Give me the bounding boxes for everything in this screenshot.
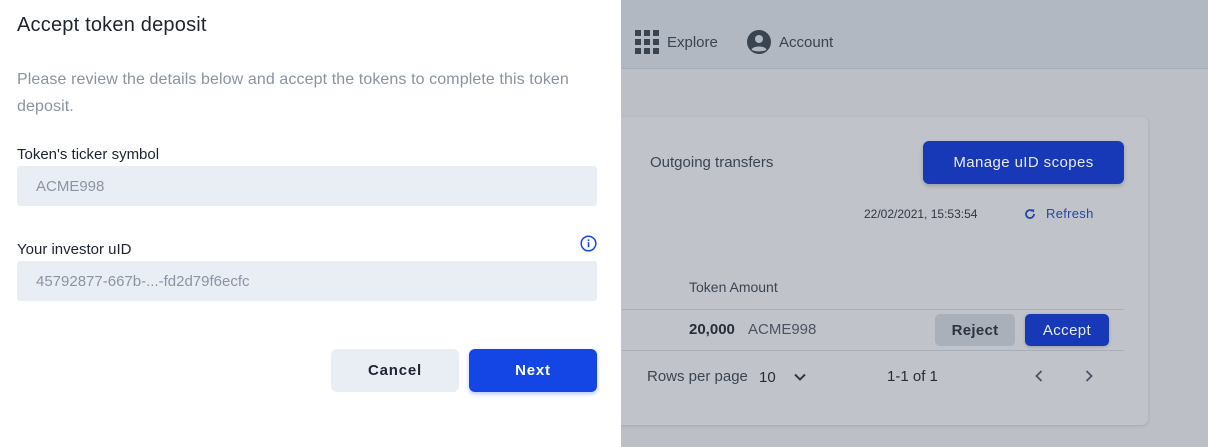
investor-uid-label: Your investor uID bbox=[17, 241, 132, 258]
account-circle-icon bbox=[747, 30, 771, 54]
nav-explore[interactable]: Explore bbox=[635, 28, 718, 56]
row-token-ticker: ACME998 bbox=[748, 321, 817, 338]
nav-explore-label: Explore bbox=[667, 33, 718, 51]
next-button[interactable]: Next bbox=[469, 349, 597, 392]
last-updated-timestamp: 22/02/2021, 15:53:54 bbox=[864, 207, 978, 221]
chevron-right-icon[interactable] bbox=[1082, 368, 1096, 384]
refresh-label: Refresh bbox=[1046, 206, 1094, 221]
investor-uid-field[interactable] bbox=[17, 261, 597, 301]
nav-account-label: Account bbox=[779, 33, 834, 51]
rows-per-page-select[interactable]: 10 bbox=[759, 369, 776, 386]
dialog-description: Please review the details below and acce… bbox=[17, 71, 569, 115]
ticker-symbol-field[interactable] bbox=[17, 166, 597, 206]
chevron-left-icon[interactable] bbox=[1032, 368, 1046, 384]
apps-grid-icon bbox=[635, 30, 659, 54]
refresh-icon bbox=[1025, 208, 1035, 219]
refresh-button[interactable]: Refresh bbox=[1024, 206, 1094, 221]
dialog-title: Accept token deposit bbox=[17, 14, 207, 36]
manage-uid-scopes-button[interactable]: Manage uID scopes bbox=[923, 141, 1124, 184]
cancel-button[interactable]: Cancel bbox=[331, 349, 459, 392]
info-icon[interactable] bbox=[580, 235, 597, 252]
accept-button[interactable]: Accept bbox=[1025, 314, 1109, 346]
chevron-down-icon[interactable] bbox=[792, 369, 808, 385]
app-root: Explore Account Outgoing transfers Manag… bbox=[0, 0, 1208, 447]
reject-button[interactable]: Reject bbox=[935, 314, 1015, 346]
rows-per-page-label: Rows per page bbox=[647, 368, 748, 385]
ticker-symbol-label: Token's ticker symbol bbox=[17, 146, 160, 163]
column-header-token-amount: Token Amount bbox=[689, 279, 778, 295]
pagination-range: 1-1 of 1 bbox=[887, 368, 938, 385]
row-token-amount: 20,000 bbox=[689, 321, 735, 338]
nav-account[interactable]: Account bbox=[747, 28, 833, 56]
table-divider bbox=[622, 350, 1124, 351]
tab-outgoing-transfers[interactable]: Outgoing transfers bbox=[650, 154, 773, 171]
accept-deposit-drawer: Accept token deposit Please review the d… bbox=[0, 0, 621, 447]
table-divider bbox=[622, 309, 1124, 310]
